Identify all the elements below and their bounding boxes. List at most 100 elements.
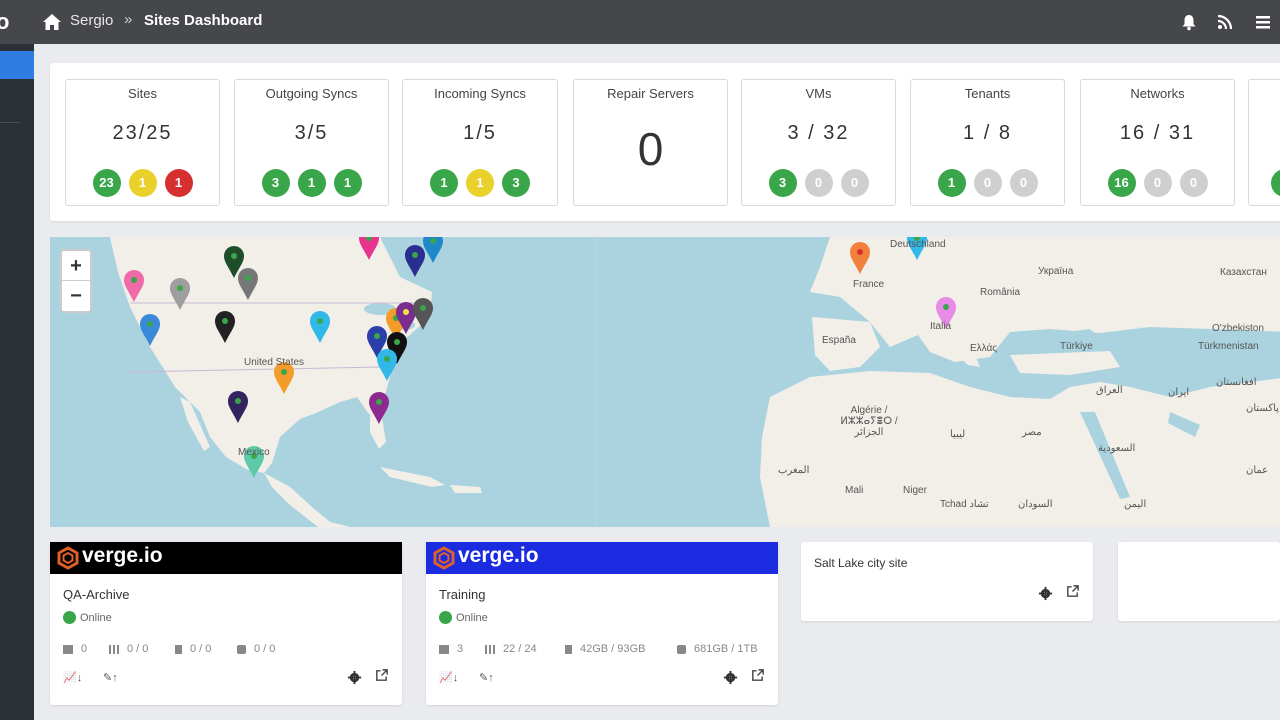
storage-icon [677, 644, 686, 654]
status-badge-inactive[interactable]: 0 [1009, 169, 1038, 197]
status-indicator: Online [63, 611, 112, 624]
status-badge-inactive[interactable]: 0 [1143, 169, 1172, 197]
external-link-icon[interactable] [1065, 584, 1080, 599]
status-badge-inactive[interactable]: 0 [973, 169, 1002, 197]
site-card-training[interactable]: verge.io Training Online 3 22 / 24 42GB … [426, 542, 778, 705]
chart-down-icon[interactable]: 📈↓ [439, 671, 458, 684]
stat-card-partial[interactable] [1248, 79, 1280, 206]
site-card-qa-archive[interactable]: verge.io QA-Archive Online 0 0 / 0 0 / 0… [50, 542, 402, 705]
brand-name: verge.io [82, 544, 163, 567]
metric-ram: 0 / 0 [175, 643, 211, 655]
map-label: Ελλάς [970, 343, 998, 354]
stat-card-sites[interactable]: Sites 23/25 23 1 1 [65, 79, 220, 206]
bell-icon[interactable] [1180, 13, 1198, 31]
site-card-partial[interactable] [1118, 542, 1280, 621]
status-badge-ok[interactable]: 23 [92, 169, 121, 197]
stat-title: Sites [128, 86, 157, 101]
sidebar-divider [0, 122, 20, 123]
metric-cores: 0 / 0 [109, 643, 148, 655]
sites-map[interactable]: + − United States Mexico France España D… [50, 237, 1280, 527]
verge-logo-icon [433, 546, 455, 570]
status-badge-ok[interactable]: 1 [297, 169, 326, 197]
map-label: Algérie / ⵍⵣⵣⴰⵢⴻⵔ / الجزائر [840, 405, 898, 438]
status-badge-ok[interactable]: 3 [768, 169, 797, 197]
status-badge-ok[interactable]: 3 [261, 169, 290, 197]
badge-group: 16 0 0 [1081, 169, 1234, 197]
top-bar: o Sergio » Sites Dashboard [0, 0, 1280, 44]
metric-storage: 681GB / 1TB [677, 643, 758, 655]
stat-card-outgoing-syncs[interactable]: Outgoing Syncs 3/5 3 1 1 [234, 79, 389, 206]
map-label: Türkmenistan [1198, 341, 1259, 352]
status-badge-inactive[interactable]: 0 [804, 169, 833, 197]
map-label: O'zbekiston [1212, 323, 1264, 334]
external-link-icon[interactable] [374, 668, 389, 683]
site-card-salt-lake[interactable]: Salt Lake city site [801, 542, 1093, 621]
stats-panel: Sites 23/25 23 1 1 Outgoing Syncs 3/5 3 … [50, 63, 1280, 221]
status-badge-inactive[interactable]: 0 [840, 169, 869, 197]
map-label: Mexico [238, 447, 270, 458]
stat-value: 16 / 31 [1119, 122, 1196, 144]
rss-icon[interactable] [1216, 13, 1234, 31]
map-label: Niger [903, 485, 927, 496]
site-name[interactable]: QA-Archive [63, 587, 129, 602]
gear-icon[interactable] [723, 670, 738, 685]
sidebar [0, 44, 34, 720]
badge-group: 3 0 0 [742, 169, 895, 197]
brand-name: verge.io [458, 544, 539, 567]
app-logo[interactable]: o [0, 9, 9, 35]
map-label: السعودية [1098, 443, 1136, 454]
stat-title: Networks [1130, 86, 1185, 101]
status-badge-ok[interactable]: 16 [1107, 169, 1136, 197]
stat-card-networks[interactable]: Networks 16 / 31 16 0 0 [1080, 79, 1235, 206]
external-link-icon[interactable] [750, 668, 765, 683]
home-icon[interactable] [42, 13, 62, 31]
stat-title: VMs [805, 86, 832, 101]
map-label: España [822, 335, 856, 346]
card-header: verge.io [50, 542, 402, 574]
memory-icon [175, 644, 182, 654]
stat-card-incoming-syncs[interactable]: Incoming Syncs 1/5 1 1 3 [402, 79, 558, 206]
page-title: Sites Dashboard [144, 12, 263, 29]
map-label: افغانستان [1216, 377, 1257, 388]
breadcrumb-user[interactable]: Sergio [70, 12, 113, 29]
status-badge-ok[interactable]: 3 [502, 169, 530, 197]
chart-down-icon[interactable]: 📈↓ [63, 671, 82, 684]
cpu-icon [109, 644, 119, 654]
zoom-out-button[interactable]: − [62, 281, 90, 311]
gear-icon[interactable] [347, 670, 362, 685]
site-name[interactable]: Training [439, 587, 485, 602]
site-name[interactable]: Salt Lake city site [814, 556, 907, 570]
stat-value: 3/5 [294, 122, 329, 144]
status-label: Online [80, 611, 112, 624]
map-label: ایران [1168, 387, 1190, 398]
badge-group: 1 1 3 [403, 169, 557, 197]
status-badge-ok[interactable]: 1 [937, 169, 966, 197]
map-label: Türkiye [1060, 341, 1093, 352]
stat-card-tenants[interactable]: Tenants 1 / 8 1 0 0 [910, 79, 1065, 206]
stat-card-repair-servers[interactable]: Repair Servers 0 [573, 79, 728, 206]
metric-value: 42GB / 93GB [580, 643, 646, 655]
status-badge-ok[interactable] [1271, 169, 1280, 197]
stat-value: 23/25 [112, 122, 173, 144]
sidebar-item-dashboard[interactable] [0, 51, 34, 79]
zoom-in-button[interactable]: + [62, 251, 90, 281]
badge-group [1249, 169, 1280, 197]
verge-logo-icon [57, 546, 79, 570]
status-label: Online [456, 611, 488, 624]
metric-value: 0 / 0 [127, 643, 149, 655]
menu-icon[interactable] [1254, 13, 1272, 31]
edit-up-icon[interactable]: ✎↑ [103, 671, 118, 684]
status-badge-warning[interactable]: 1 [128, 169, 157, 197]
map-label: United States [244, 357, 305, 368]
status-badge-ok[interactable]: 1 [430, 169, 458, 197]
map-label: Mali [845, 485, 864, 496]
status-badge-error[interactable]: 1 [164, 169, 193, 197]
gear-icon[interactable] [1038, 586, 1053, 601]
stat-card-vms[interactable]: VMs 3 / 32 3 0 0 [741, 79, 896, 206]
edit-up-icon[interactable]: ✎↑ [479, 671, 494, 684]
status-badge-warning[interactable]: 1 [466, 169, 494, 197]
status-badge-ok[interactable]: 1 [333, 169, 362, 197]
stat-value: 1/5 [463, 122, 497, 144]
map-tiles[interactable] [50, 237, 1280, 527]
status-badge-inactive[interactable]: 0 [1179, 169, 1208, 197]
